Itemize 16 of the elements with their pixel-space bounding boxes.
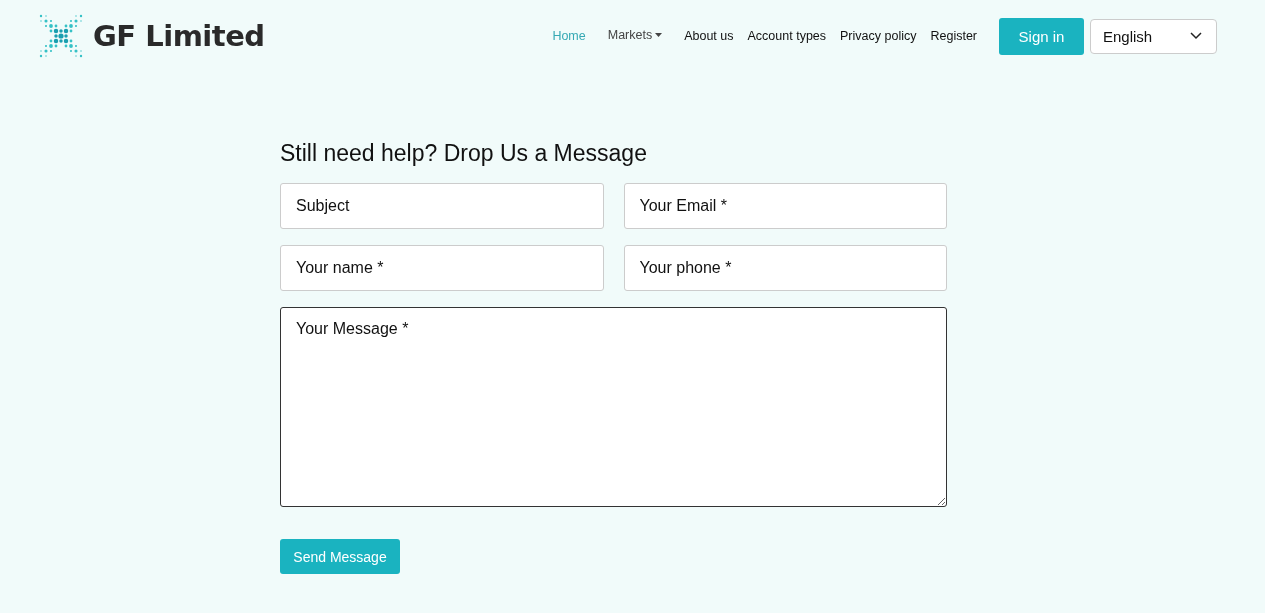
input-field[interactable]: Your name * <box>280 245 604 291</box>
input-field[interactable]: Your Email * <box>623 183 947 229</box>
logo-text: GF Limited <box>93 19 265 53</box>
message-field[interactable]: Your Message * <box>280 307 947 507</box>
logo-icon <box>38 13 84 59</box>
language-select[interactable]: English <box>1090 18 1217 54</box>
input-field[interactable]: Subject <box>280 183 604 229</box>
caret-icon <box>655 32 663 37</box>
nav-link[interactable]: Register <box>930 25 977 47</box>
nav-link[interactable]: Privacy policy <box>840 25 917 47</box>
nav-dropdown[interactable]: Markets <box>607 23 663 46</box>
nav-link[interactable]: Account types <box>747 25 827 47</box>
form-title: Still need help? Drop Us a Message <box>280 140 648 167</box>
nav-link[interactable]: About us <box>684 25 734 47</box>
input-field[interactable]: Your phone * <box>623 245 947 291</box>
chevron-down-icon <box>1190 32 1202 40</box>
